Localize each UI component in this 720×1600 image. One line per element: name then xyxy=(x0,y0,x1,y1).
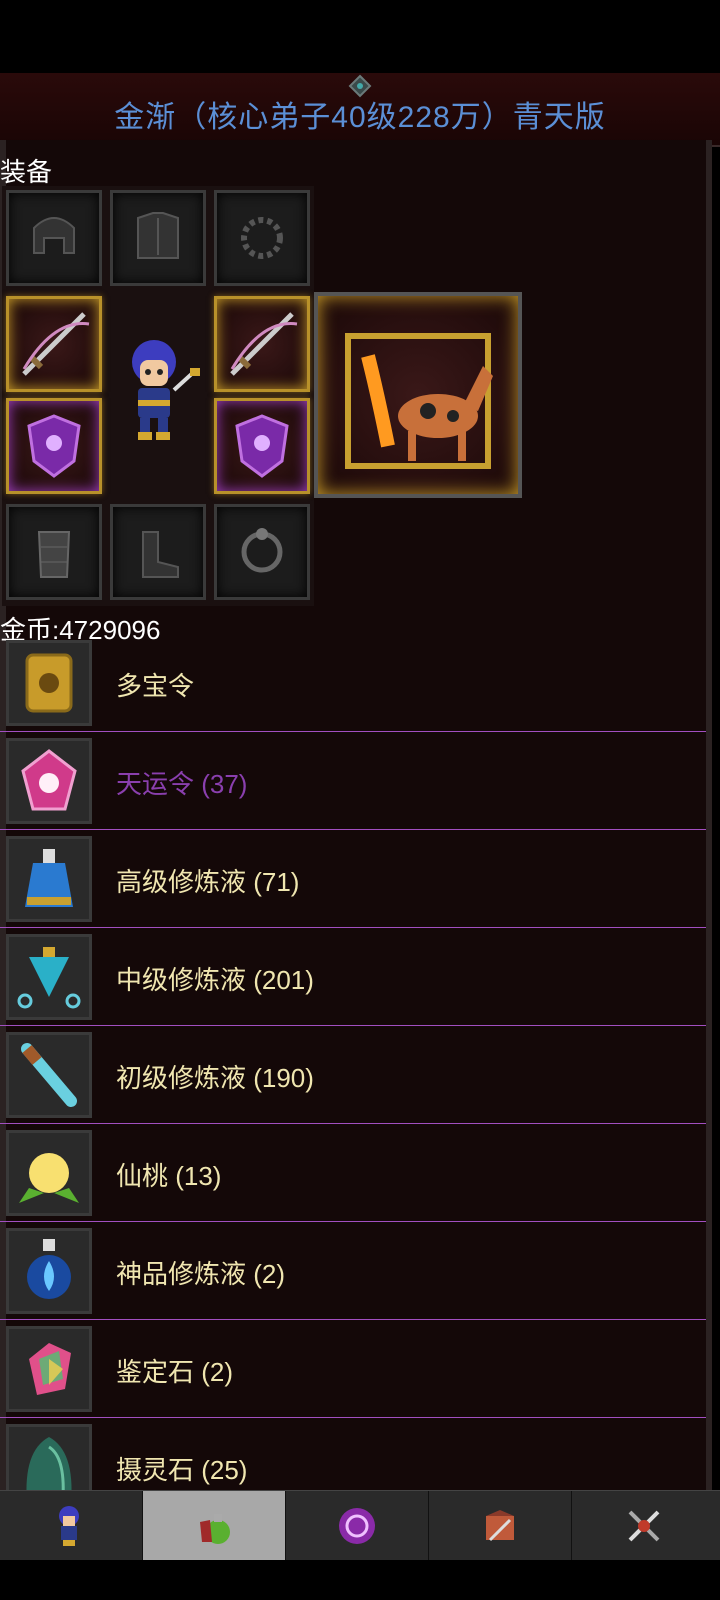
bead-necklace-icon xyxy=(241,217,283,259)
crossed-swords-icon xyxy=(628,1510,659,1542)
bottom-nav xyxy=(0,1490,720,1561)
bracer-slot[interactable] xyxy=(6,504,102,600)
golden-token-icon xyxy=(6,640,92,726)
shield-icon xyxy=(27,414,81,478)
item-label: 摄灵石 (25) xyxy=(116,1455,248,1485)
bracelet-slot[interactable] xyxy=(214,504,310,600)
blue-potion-icon xyxy=(6,836,92,922)
peach-icon xyxy=(6,1130,92,1216)
sword-icon xyxy=(230,312,298,376)
shield-icon xyxy=(235,414,289,478)
pink-token-icon xyxy=(6,738,92,824)
item-label: 仙桃 (13) xyxy=(116,1161,222,1191)
teal-potion-icon xyxy=(6,934,92,1020)
item-label: 高级修炼液 (71) xyxy=(116,867,300,897)
nav-tab-combat[interactable] xyxy=(572,1491,715,1561)
equipment-section-label: 装备 xyxy=(0,157,53,187)
shield-slot-left[interactable] xyxy=(6,398,102,494)
nav-tab-bag[interactable] xyxy=(143,1491,286,1561)
item-label: 初级修炼液 (190) xyxy=(116,1063,314,1093)
shield-slot-right[interactable] xyxy=(214,398,310,494)
hero-avatar xyxy=(110,300,206,490)
bracelet-icon xyxy=(241,528,283,573)
inventory-item-row[interactable]: 高级修炼液 (71) xyxy=(0,830,706,928)
inventory-item-row[interactable]: 天运令 (37) xyxy=(0,732,706,830)
item-label: 鉴定石 (2) xyxy=(116,1357,234,1387)
status-bar xyxy=(0,0,720,73)
magic-orb-icon xyxy=(339,1508,375,1544)
weapon-slot-right[interactable] xyxy=(214,296,310,392)
boots-icon xyxy=(142,531,179,578)
boots-slot[interactable] xyxy=(110,504,206,600)
bracer-icon xyxy=(37,531,71,578)
rainbow-gem-icon xyxy=(6,1326,92,1412)
hero-icon xyxy=(59,1506,79,1546)
flame-potion-icon xyxy=(6,1228,92,1314)
potion-bag-icon xyxy=(200,1514,230,1544)
item-label: 多宝令 xyxy=(116,671,195,701)
inventory-item-row[interactable]: 仙桃 (13) xyxy=(0,1124,706,1222)
item-label: 中级修炼液 (201) xyxy=(116,965,314,995)
item-label: 天运令 (37) xyxy=(116,769,248,799)
armor-icon xyxy=(137,212,179,259)
nav-tab-hero[interactable] xyxy=(0,1491,143,1561)
mount-slot[interactable] xyxy=(314,292,522,498)
fire-horse-icon xyxy=(345,333,493,469)
inventory-item-row[interactable]: 初级修炼液 (190) xyxy=(0,1026,706,1124)
helmet-slot[interactable] xyxy=(6,190,102,286)
weapon-slot-left[interactable] xyxy=(6,296,102,392)
helmet-icon xyxy=(33,217,75,254)
armor-slot[interactable] xyxy=(110,190,206,286)
bottom-system-bar xyxy=(0,1560,720,1600)
nav-tab-magic[interactable] xyxy=(286,1491,429,1561)
nav-tab-battle[interactable] xyxy=(429,1491,572,1561)
inventory-item-row[interactable]: 多宝令 xyxy=(0,634,706,732)
inventory-item-row[interactable]: 神品修炼液 (2) xyxy=(0,1222,706,1320)
item-label: 神品修炼液 (2) xyxy=(116,1259,286,1289)
battle-map-icon xyxy=(486,1510,514,1542)
vial-icon xyxy=(6,1032,92,1118)
sword-icon xyxy=(22,312,90,376)
necklace-slot[interactable] xyxy=(214,190,310,286)
page-title: 金渐（核心弟子40级228万）青天版 xyxy=(114,101,606,134)
inventory-item-row[interactable]: 鉴定石 (2) xyxy=(0,1320,706,1418)
inventory-item-row[interactable]: 中级修炼液 (201) xyxy=(0,928,706,1026)
